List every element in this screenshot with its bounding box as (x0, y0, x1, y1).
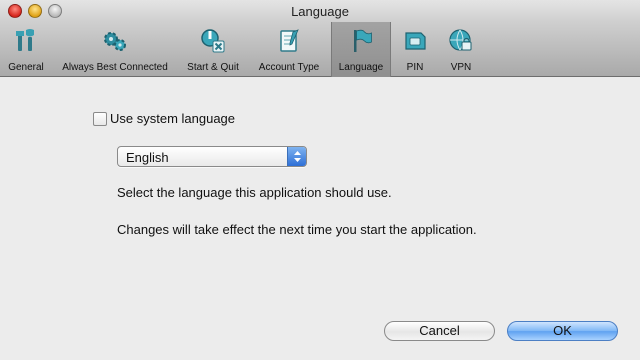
toolbar-label-account-type: Account Type (258, 62, 320, 73)
restart-note: Changes will take effect the next time y… (117, 222, 477, 237)
account-type-icon (280, 29, 299, 52)
title-bar: Language (0, 0, 640, 22)
toolbar-item-language[interactable]: Language (331, 22, 391, 77)
preferences-toolbar: General Always Best Connected Start & Qu… (0, 22, 640, 77)
toolbar-label-general: General (8, 62, 44, 73)
language-select-value: English (126, 150, 169, 165)
toolbar-label-start-quit: Start & Quit (187, 62, 239, 73)
start-quit-icon (201, 29, 225, 53)
toolbar-item-account-type[interactable]: Account Type (252, 22, 326, 77)
use-system-language-checkbox[interactable] (93, 112, 107, 126)
toolbar-item-always-best-connected[interactable]: Always Best Connected (58, 22, 172, 77)
window-title: Language (291, 4, 349, 19)
tools-icon (16, 29, 34, 51)
up-down-arrows-icon (294, 151, 301, 162)
select-arrows-icon (287, 147, 306, 166)
toolbar-label-language: Language (338, 62, 384, 73)
toolbar-item-pin[interactable]: PIN (396, 22, 434, 77)
flag-icon (354, 29, 372, 52)
toolbar-label-pin: PIN (406, 62, 424, 73)
cancel-button[interactable]: Cancel (384, 321, 495, 341)
toolbar-label-vpn: VPN (450, 62, 472, 73)
use-system-language-label[interactable]: Use system language (110, 111, 235, 126)
toolbar-item-general[interactable]: General (4, 22, 48, 77)
sim-card-icon (405, 32, 426, 50)
toolbar-label-always-best-connected: Always Best Connected (62, 62, 168, 73)
language-description: Select the language this application sho… (117, 185, 392, 200)
language-settings-panel: Use system language English Select the l… (0, 78, 640, 360)
gears-icon (104, 32, 126, 51)
toolbar-item-vpn[interactable]: VPN (442, 22, 480, 77)
toolbar-item-start-quit[interactable]: Start & Quit (182, 22, 244, 77)
vpn-globe-lock-icon (449, 29, 472, 51)
language-select[interactable]: English (117, 146, 307, 167)
ok-button[interactable]: OK (507, 321, 618, 341)
